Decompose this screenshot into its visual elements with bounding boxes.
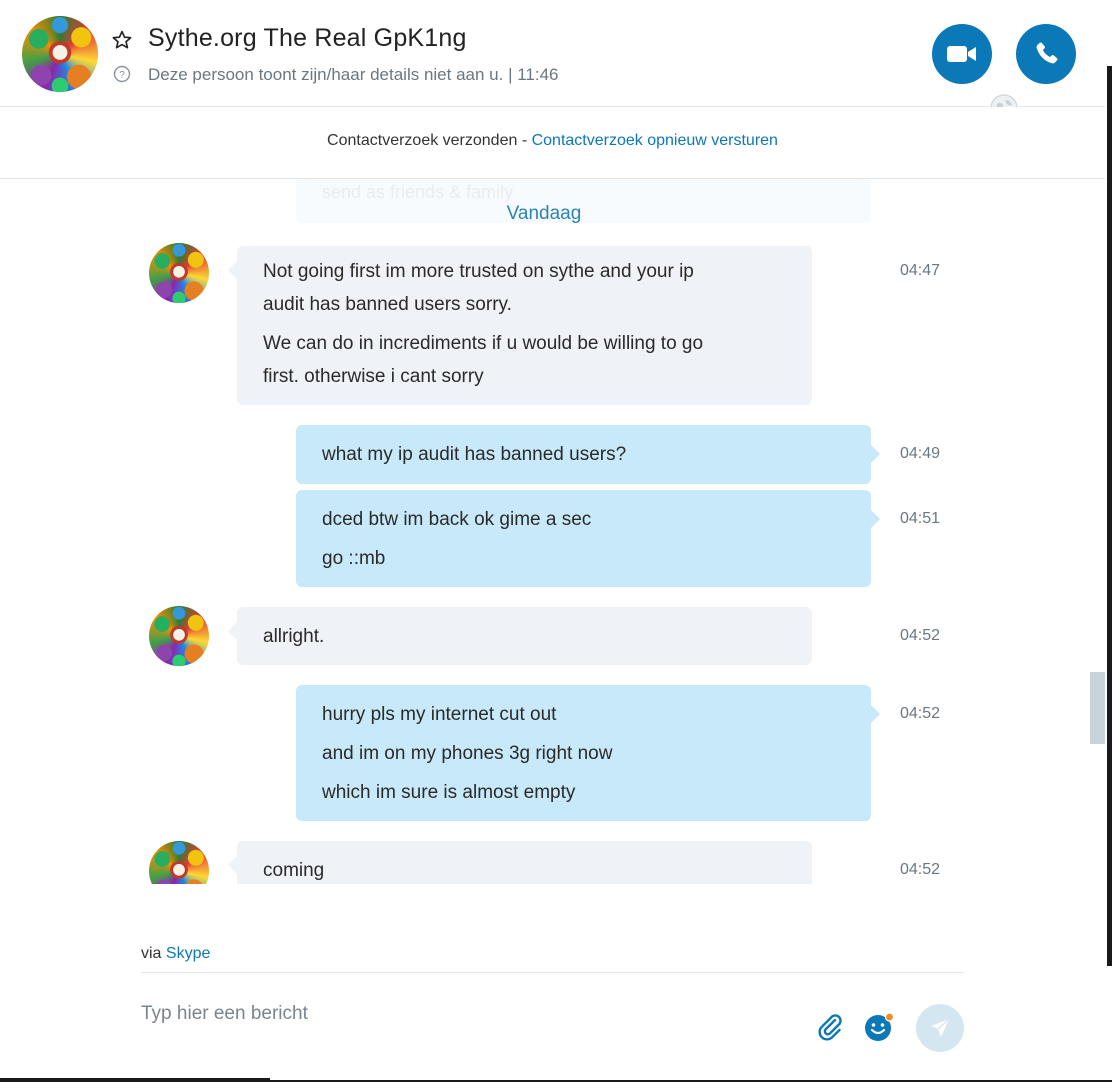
message-line: audit has banned users sorry. <box>263 294 512 315</box>
paperclip-icon[interactable] <box>814 1011 846 1043</box>
message-bubble-incoming[interactable]: coming <box>228 841 812 884</box>
via-label: via Skype <box>141 945 210 963</box>
video-camera-icon <box>947 46 976 62</box>
previous-message-text: send as friends & family <box>322 182 514 202</box>
contact-request-bar: Contactverzoek verzonden - Contactverzoe… <box>0 107 1105 179</box>
message-timestamp: 04:51 <box>900 510 941 527</box>
message-timestamp: 04:49 <box>900 445 941 462</box>
message-timestamp: 04:52 <box>900 861 941 878</box>
message-line: dced btw im back ok gime a sec <box>322 509 592 530</box>
message-line: what my ip audit has banned users? <box>322 444 627 465</box>
window-edge-bottom <box>0 1078 270 1082</box>
smiley-icon[interactable] <box>864 1012 894 1042</box>
contact-status: Deze persoon toont zijn/haar details nie… <box>148 65 559 84</box>
message-line: allright. <box>263 626 325 647</box>
message-line: first. otherwise i cant sorry <box>263 366 484 387</box>
message-bubble-incoming[interactable]: Not going first im more trusted on sythe… <box>228 246 812 405</box>
conversation-header: Sythe.org The Real GpK1ng ? Deze persoon… <box>0 0 1105 124</box>
phone-icon <box>1036 42 1058 64</box>
sender-avatar[interactable] <box>149 841 209 884</box>
paper-plane-icon <box>931 1018 950 1037</box>
send-button[interactable] <box>916 1004 964 1052</box>
svg-text:?: ? <box>119 70 125 81</box>
sender-avatar[interactable] <box>149 243 209 303</box>
message-list[interactable]: send as friends & family Vandaag Not goi… <box>0 179 1105 884</box>
date-separator: Vandaag <box>506 203 582 224</box>
sender-avatar[interactable] <box>149 606 209 666</box>
message-line: Not going first im more trusted on sythe… <box>263 261 694 282</box>
skype-link[interactable]: Skype <box>166 945 210 962</box>
audio-call-button[interactable] <box>1016 24 1076 84</box>
message-bubble-outgoing[interactable]: dced btw im back ok gime a sec go ::mb <box>296 490 880 587</box>
message-input[interactable] <box>141 1003 781 1025</box>
message-line: hurry pls my internet cut out <box>322 704 557 725</box>
contact-name[interactable]: Sythe.org The Real GpK1ng <box>148 24 467 53</box>
resend-request-link[interactable]: Contactverzoek opnieuw versturen <box>532 132 778 149</box>
message-timestamp: 04:52 <box>900 705 941 722</box>
request-sent-label: Contactverzoek verzonden - <box>327 132 532 149</box>
message-line: which im sure is almost empty <box>322 782 576 803</box>
message-bubble-incoming[interactable]: allright. <box>228 607 812 665</box>
message-bubble-outgoing[interactable]: hurry pls my internet cut out and im on … <box>296 685 880 821</box>
star-outline-icon[interactable] <box>111 29 133 51</box>
message-timestamp: 04:47 <box>900 262 941 279</box>
message-bubble-outgoing[interactable]: what my ip audit has banned users? <box>296 425 880 484</box>
message-line: go ::mb <box>322 548 386 569</box>
message-timestamp: 04:52 <box>900 627 941 644</box>
window-edge <box>1107 66 1112 966</box>
via-prefix: via <box>141 945 166 962</box>
question-circle-icon[interactable]: ? <box>113 65 131 83</box>
contact-request-text: Contactverzoek verzonden - Contactverzoe… <box>0 132 1105 150</box>
message-line: We can do in incrediments if u would be … <box>263 333 704 354</box>
contact-avatar[interactable] <box>22 16 98 92</box>
video-call-button[interactable] <box>932 24 992 84</box>
message-line: coming <box>263 860 325 881</box>
composer-divider <box>141 972 964 973</box>
message-line: and im on my phones 3g right now <box>322 743 613 764</box>
chat-scrollbar-thumb[interactable] <box>1090 672 1105 744</box>
